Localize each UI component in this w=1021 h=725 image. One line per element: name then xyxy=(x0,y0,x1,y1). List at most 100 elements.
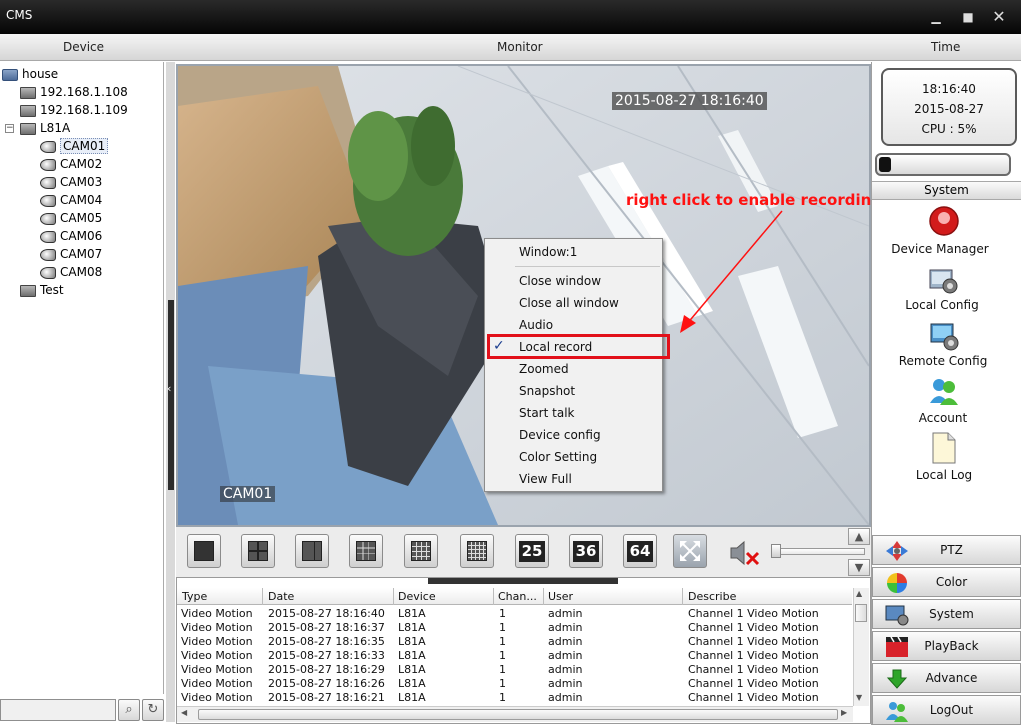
menu-item-audio[interactable]: Audio xyxy=(519,316,553,334)
video-timestamp: 2015-08-27 18:16:40 xyxy=(612,92,767,110)
tree-node-test[interactable]: Test xyxy=(20,281,64,299)
annotation-arrow xyxy=(680,210,783,333)
menu-item-snapshot[interactable]: Snapshot xyxy=(519,382,575,400)
menu-item-close-all-window[interactable]: Close all window xyxy=(519,294,619,312)
log-collapse-bar[interactable] xyxy=(428,578,618,584)
local-config-label[interactable]: Local Config xyxy=(867,298,1017,312)
device-manager-label[interactable]: Device Manager xyxy=(865,242,1015,256)
layout-1-icon xyxy=(194,541,214,561)
collapse-icon[interactable]: − xyxy=(5,124,14,133)
fullscreen-button[interactable] xyxy=(673,534,707,568)
log-col-channel[interactable]: Chan... xyxy=(498,590,537,604)
scroll-down-arrow-icon[interactable]: ▼ xyxy=(856,693,862,702)
tree-node-cam08[interactable]: CAM08 xyxy=(40,263,102,281)
remote-config-label[interactable]: Remote Config xyxy=(868,354,1018,368)
volume-slider[interactable] xyxy=(777,548,865,555)
menu-separator xyxy=(515,266,660,267)
layout-64-button[interactable]: 64 xyxy=(623,534,657,568)
layout-16-button[interactable] xyxy=(460,534,494,568)
tree-node-cam07[interactable]: CAM07 xyxy=(40,245,102,263)
fullscreen-icon xyxy=(680,541,700,561)
layout-9-button[interactable] xyxy=(349,534,383,568)
tree-node-cam02[interactable]: CAM02 xyxy=(40,155,102,173)
menu-item-color-setting[interactable]: Color Setting xyxy=(519,448,597,466)
tree-node-cam06[interactable]: CAM06 xyxy=(40,227,102,245)
log-col-user[interactable]: User xyxy=(548,590,573,604)
log-row[interactable]: Video Motion 2015-08-27 18:16:21 L81A 1 … xyxy=(177,691,852,705)
log-row[interactable]: Video Motion 2015-08-27 18:16:37 L81A 1 … xyxy=(177,621,852,635)
log-col-device[interactable]: Device xyxy=(398,590,436,604)
menu-item-view-full[interactable]: View Full xyxy=(519,470,572,488)
log-row[interactable]: Video Motion 2015-08-27 18:16:26 L81A 1 … xyxy=(177,677,852,691)
scroll-right-arrow-icon[interactable]: ▶ xyxy=(841,708,847,717)
color-button[interactable]: Color xyxy=(872,567,1021,597)
tree-node-cam04[interactable]: CAM04 xyxy=(40,191,102,209)
tree-node-device-1[interactable]: 192.168.1.108 xyxy=(20,83,128,101)
col-divider[interactable] xyxy=(262,588,263,605)
scroll-up-button[interactable]: ▲ xyxy=(848,528,870,545)
layout-13-button[interactable] xyxy=(404,534,438,568)
menu-item-zoomed[interactable]: Zoomed xyxy=(519,360,569,378)
ptz-button[interactable]: PTZ xyxy=(872,535,1021,565)
log-row[interactable]: Video Motion 2015-08-27 18:16:35 L81A 1 … xyxy=(177,635,852,649)
logout-button[interactable]: LogOut xyxy=(872,695,1021,725)
mute-icon[interactable] xyxy=(728,538,760,568)
account-icon[interactable] xyxy=(928,375,960,407)
log-col-date[interactable]: Date xyxy=(268,590,294,604)
playback-button[interactable]: PlayBack xyxy=(872,631,1021,661)
log-row[interactable]: Video Motion 2015-08-27 18:16:29 L81A 1 … xyxy=(177,663,852,677)
log-vertical-scroll-thumb[interactable] xyxy=(855,604,867,622)
col-divider[interactable] xyxy=(393,588,394,605)
maximize-button[interactable]: ■ xyxy=(957,6,979,28)
dvr-icon xyxy=(20,86,36,99)
scroll-up-arrow-icon[interactable]: ▲ xyxy=(856,589,862,598)
layout-64-label: 64 xyxy=(627,541,653,562)
volume-slider-thumb[interactable] xyxy=(771,544,781,558)
device-search-input[interactable] xyxy=(0,699,116,721)
device-manager-icon[interactable] xyxy=(928,205,960,237)
tree-node-cam03[interactable]: CAM03 xyxy=(40,173,102,191)
tree-node-house[interactable]: house xyxy=(2,65,58,83)
log-col-describe[interactable]: Describe xyxy=(688,590,736,604)
layout-16-icon xyxy=(467,541,487,561)
log-row[interactable]: Video Motion 2015-08-27 18:16:33 L81A 1 … xyxy=(177,649,852,663)
col-divider[interactable] xyxy=(493,588,494,605)
col-divider[interactable] xyxy=(543,588,544,605)
account-label[interactable]: Account xyxy=(868,411,1018,425)
search-button[interactable]: ⌕ xyxy=(118,699,140,721)
refresh-button[interactable]: ↻ xyxy=(142,699,164,721)
system-button[interactable]: System xyxy=(872,599,1021,629)
tree-node-l81a[interactable]: L81A xyxy=(20,119,70,137)
scroll-left-arrow-icon[interactable]: ◀ xyxy=(181,708,187,717)
layout-4-button[interactable] xyxy=(241,534,275,568)
splitter-grip[interactable] xyxy=(168,300,174,490)
collapse-left-icon[interactable]: ‹ xyxy=(167,382,171,395)
menu-item-window[interactable]: Window:1 xyxy=(519,243,577,261)
advance-button[interactable]: Advance xyxy=(872,663,1021,693)
local-log-label[interactable]: Local Log xyxy=(869,468,1019,482)
layout-1-button[interactable] xyxy=(187,534,221,568)
layout-6-button[interactable] xyxy=(295,534,329,568)
tree-node-device-2[interactable]: 192.168.1.109 xyxy=(20,101,128,119)
local-config-icon[interactable] xyxy=(928,264,960,296)
remote-config-icon[interactable] xyxy=(928,320,960,352)
col-divider[interactable] xyxy=(682,588,683,605)
layout-36-button[interactable]: 36 xyxy=(569,534,603,568)
tree-node-cam01[interactable]: CAM01 xyxy=(40,137,109,155)
color-label: Color xyxy=(935,575,968,589)
menu-item-start-talk[interactable]: Start talk xyxy=(519,404,574,422)
chevron-up-icon: ▲ xyxy=(854,530,864,543)
log-col-type[interactable]: Type xyxy=(182,590,207,604)
layout-25-button[interactable]: 25 xyxy=(515,534,549,568)
tree-node-cam05[interactable]: CAM05 xyxy=(40,209,102,227)
close-button[interactable]: ✕ xyxy=(988,6,1010,28)
log-horizontal-scroll-thumb[interactable] xyxy=(198,709,838,720)
scroll-down-button[interactable]: ▼ xyxy=(848,559,870,576)
local-log-icon[interactable] xyxy=(930,431,958,465)
menu-item-device-config[interactable]: Device config xyxy=(519,426,601,444)
minimize-button[interactable]: ▁ xyxy=(925,6,947,28)
menu-item-close-window[interactable]: Close window xyxy=(519,272,601,290)
window-title: CMS xyxy=(6,8,33,22)
column-headers: Device Monitor Time xyxy=(0,34,1021,61)
log-row[interactable]: Video Motion 2015-08-27 18:16:40 L81A 1 … xyxy=(177,607,852,621)
